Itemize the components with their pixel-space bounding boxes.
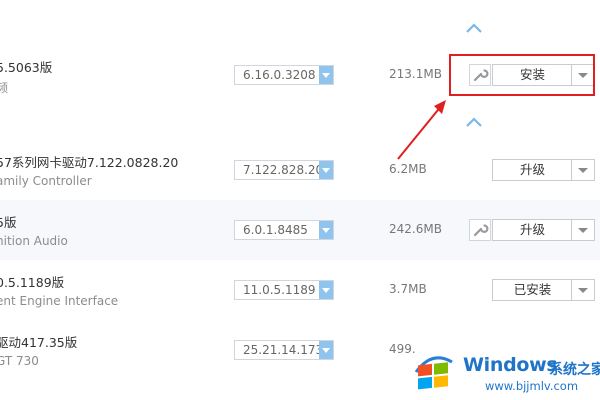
driver-title: 驱动417.35版 — [0, 335, 78, 350]
chevron-down-icon[interactable] — [319, 221, 333, 239]
watermark: Windows 系统之家 www.bjjmlv.com — [412, 350, 600, 400]
driver-subtitle: GT 730 — [0, 354, 39, 368]
action-label: 已安装 — [513, 282, 552, 297]
driver-size: 242.6MB — [389, 222, 442, 236]
chevron-down-icon[interactable] — [571, 160, 594, 180]
version-value: 6.0.1.8485 — [243, 223, 308, 237]
version-value: 6.16.0.3208 — [243, 68, 316, 82]
watermark-brand: Windows — [463, 354, 558, 376]
upgrade-button[interactable]: 升级 — [492, 159, 595, 181]
version-select[interactable]: 25.21.14.173 — [234, 340, 334, 360]
version-select[interactable]: 6.16.0.3208 — [234, 65, 334, 85]
watermark-url: www.bjjmlv.com — [485, 379, 579, 393]
annotation-arrow — [397, 100, 446, 160]
highlight-box — [449, 54, 595, 96]
action-label: 升级 — [519, 162, 545, 177]
watermark-brand-cn: 系统之家 — [549, 362, 600, 378]
chevron-down-icon[interactable] — [571, 280, 594, 300]
version-value: 7.122.828.20 — [243, 163, 324, 177]
driver-size: 3.7MB — [389, 282, 427, 296]
version-select[interactable]: 6.0.1.8485 — [234, 220, 334, 240]
installed-button[interactable]: 已安装 — [492, 279, 595, 301]
driver-row: 5版 nition Audio 6.0.1.8485 242.6MB 升级 — [0, 200, 600, 260]
windows-logo — [414, 356, 453, 390]
chevron-down-icon[interactable] — [319, 281, 333, 299]
chevron-down-icon[interactable] — [319, 66, 333, 84]
chevron-down-icon[interactable] — [319, 161, 333, 179]
driver-size: 213.1MB — [389, 67, 442, 81]
action-label: 升级 — [519, 222, 545, 237]
collapse-up-icon[interactable] — [465, 116, 483, 128]
driver-subtitle: ent Engine Interface — [0, 294, 119, 308]
driver-subtitle: amily Controller — [0, 174, 92, 188]
upgrade-button[interactable]: 升级 — [492, 219, 595, 241]
chevron-down-icon[interactable] — [571, 220, 594, 240]
driver-title: 5版 — [0, 215, 17, 230]
driver-row: 0.5.1189版 ent Engine Interface 11.0.5.11… — [0, 260, 600, 320]
driver-title: 5.5063版 — [0, 60, 53, 75]
chevron-down-icon[interactable] — [319, 341, 333, 359]
driver-row: 57系列网卡驱动7.122.0828.20 amily Controller 7… — [0, 140, 600, 200]
driver-subtitle: nition Audio — [0, 234, 68, 248]
collapse-up-icon[interactable] — [465, 22, 483, 34]
version-value: 25.21.14.173 — [243, 343, 324, 357]
version-value: 11.0.5.1189 — [243, 283, 316, 297]
driver-title: 0.5.1189版 — [0, 275, 65, 290]
driver-subtitle: 频 — [0, 81, 9, 95]
wrench-icon[interactable] — [469, 219, 491, 241]
version-select[interactable]: 11.0.5.1189 — [234, 280, 334, 300]
version-select[interactable]: 7.122.828.20 — [234, 160, 334, 180]
driver-title: 57系列网卡驱动7.122.0828.20 — [0, 155, 179, 170]
